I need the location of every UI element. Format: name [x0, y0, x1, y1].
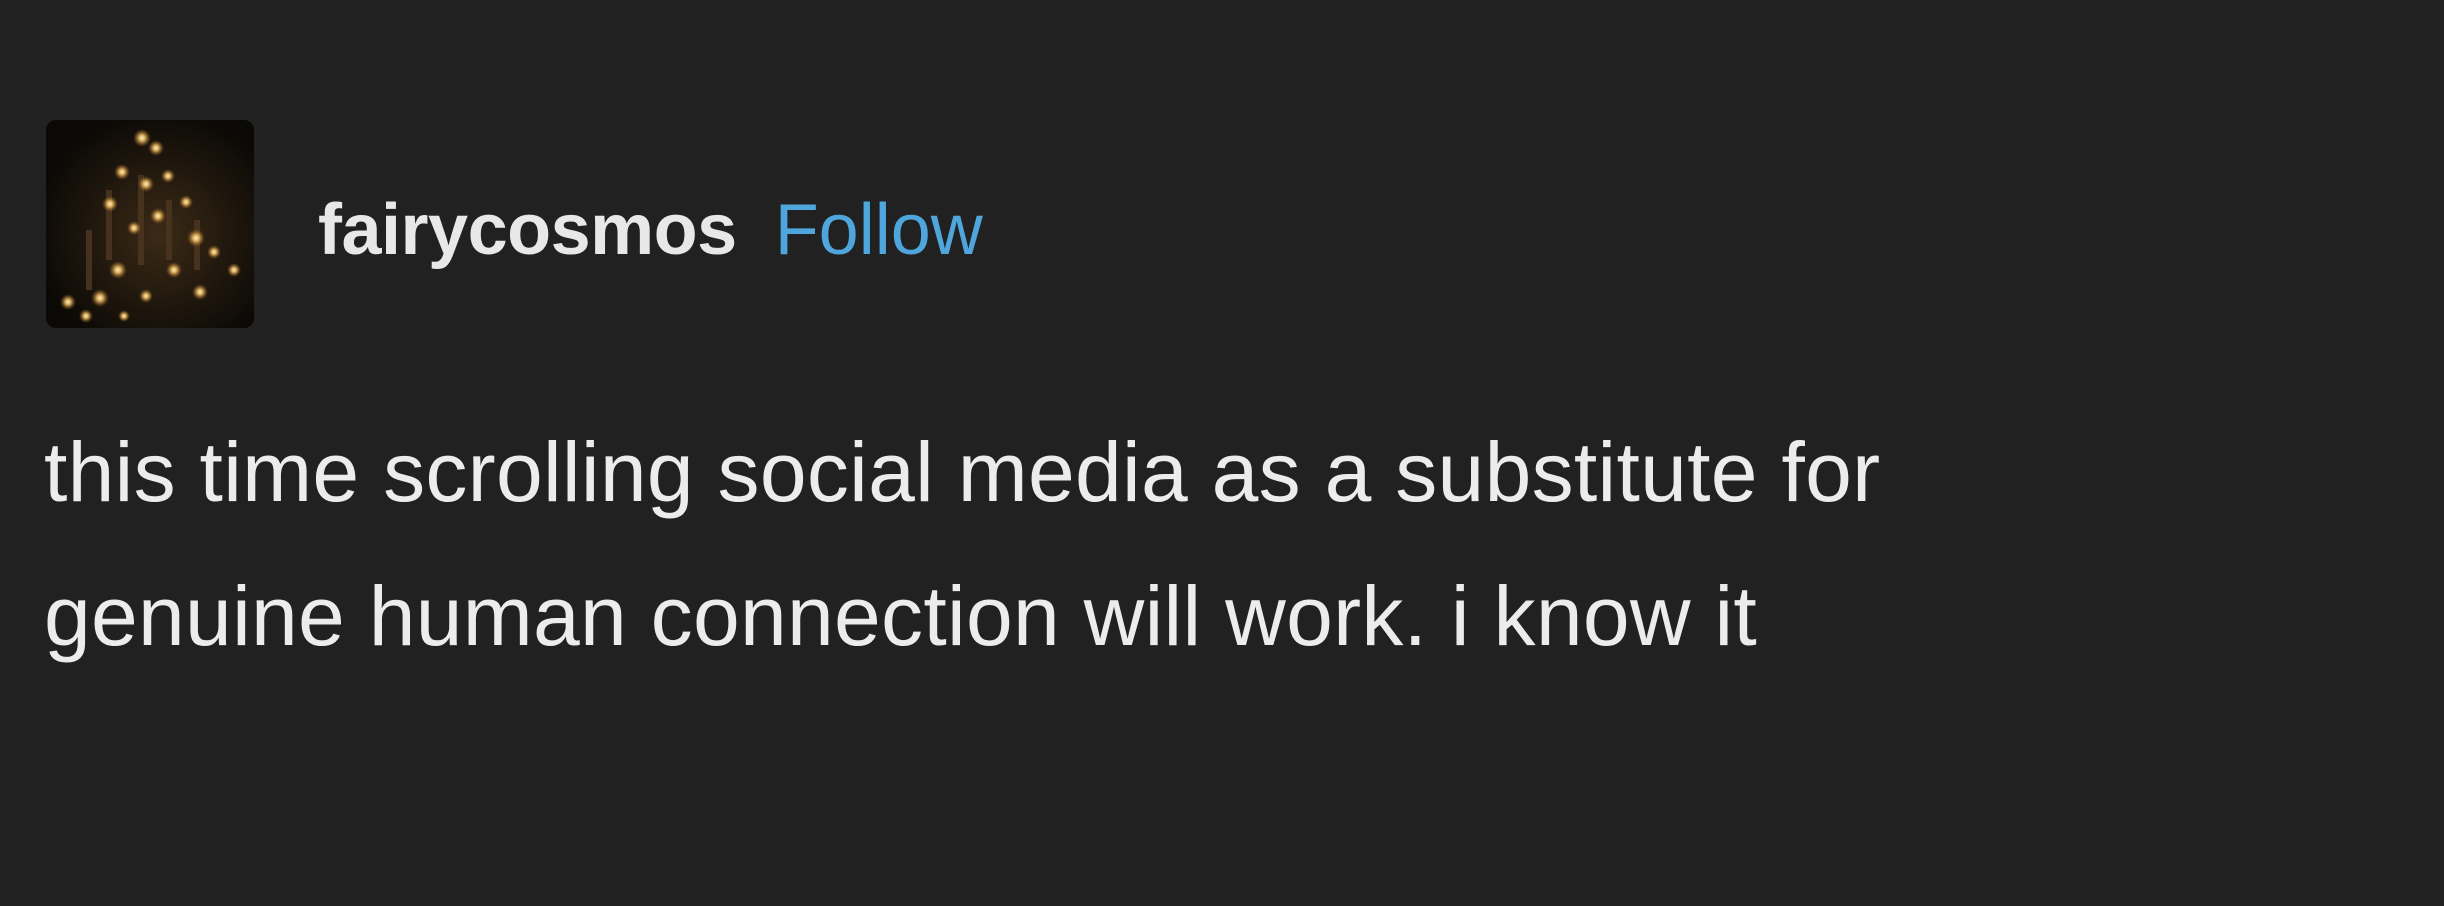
post-text-line-2: genuine human connection will work. i kn… — [44, 569, 1758, 663]
post-card: fairycosmos Follow this time scrolling s… — [0, 0, 2444, 906]
follow-button[interactable]: Follow — [775, 189, 983, 271]
post-text-line-1: this time scrolling social media as a su… — [44, 425, 1881, 519]
post-header: fairycosmos Follow — [46, 120, 983, 328]
candles-avatar-icon — [46, 120, 254, 328]
avatar[interactable] — [46, 120, 254, 328]
post-body: this time scrolling social media as a su… — [44, 400, 2394, 688]
username[interactable]: fairycosmos — [318, 189, 737, 271]
